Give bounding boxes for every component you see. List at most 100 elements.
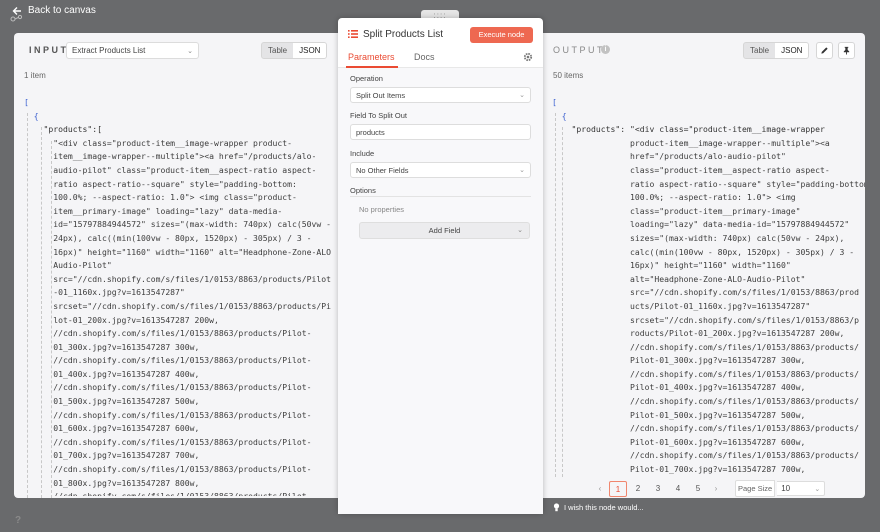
- page-size-select[interactable]: 10 ⌄: [777, 481, 826, 496]
- json-line: item__image-wrapper--multiple"><a href="…: [24, 151, 317, 162]
- json-line: lot-01_200x.jpg?v=1613547287 200w,: [24, 314, 219, 325]
- json-line: Pilot-01_700x.jpg?v=1613547287 700w,: [552, 464, 806, 474]
- json-line: product-item__image-wrapper--multiple"><…: [552, 137, 830, 148]
- json-line: class="product-item__aspect-ratio aspect…: [552, 164, 830, 175]
- json-line: {: [552, 110, 567, 121]
- json-line: -01_1160x.jpg?v=1613547287": [24, 287, 185, 298]
- output-json-view: [ { "products": "<div class="product-ite…: [552, 96, 865, 474]
- json-line: //cdn.shopify.com/s/files/1/0153/8863/pr…: [24, 355, 312, 366]
- node-parameters-panel: Split Products List Execute node Paramet…: [338, 18, 543, 514]
- page-button-5[interactable]: 5: [689, 481, 707, 497]
- node-title[interactable]: Split Products List: [363, 29, 443, 40]
- page-button-2[interactable]: 2: [629, 481, 647, 497]
- page-button-3[interactable]: 3: [649, 481, 667, 497]
- json-line: sizes="(max-width: 740px) calc(50vw - 24…: [552, 232, 845, 243]
- json-line: [: [552, 97, 557, 107]
- execute-node-button[interactable]: Execute node: [470, 27, 533, 43]
- back-to-canvas-label: Back to canvas: [28, 5, 96, 16]
- chevron-down-icon: ⌄: [814, 485, 821, 493]
- node-tabs: Parameters Docs: [338, 48, 543, 68]
- chevron-down-icon: ⌄: [187, 47, 193, 55]
- json-line: 24px), calc((min(100vw - 80px, 1520px) -…: [24, 232, 312, 243]
- input-item-count: 1 item: [24, 71, 46, 80]
- input-panel-header: INPUT Extract Products List ⌄ Table JSON: [14, 33, 340, 67]
- next-page-button[interactable]: ›: [709, 484, 723, 493]
- page-button-4[interactable]: 4: [669, 481, 687, 497]
- json-line: Pilot-01_400x.jpg?v=1613547287 400w,: [552, 382, 806, 393]
- json-line: {: [24, 110, 39, 121]
- output-panel-title: OUTPUT: [553, 45, 605, 55]
- add-field-label: Add Field: [428, 226, 461, 235]
- options-label: Options: [350, 186, 376, 195]
- tab-docs[interactable]: Docs: [414, 52, 435, 62]
- json-line: 16px)" height="1160" width="1160": [552, 260, 791, 271]
- json-line: ratio aspect-ratio--square" style="paddi…: [552, 178, 865, 189]
- output-table-view-button[interactable]: Table: [744, 43, 775, 58]
- json-line: //cdn.shopify.com/s/files/1/0153/8863/pr…: [24, 328, 312, 339]
- include-value: No Other Fields: [356, 165, 409, 175]
- json-line: //cdn.shopify.com/s/files/1/0153/8863/pr…: [552, 368, 859, 379]
- json-line: Audio-Pilot": [24, 260, 112, 271]
- json-line: ucts/Pilot-01_1160x.jpg?v=1613547287": [552, 300, 811, 311]
- input-node-select[interactable]: Extract Products List ⌄: [66, 42, 199, 59]
- json-line: 01_600x.jpg?v=1613547287 600w,: [24, 423, 200, 434]
- input-json-view: [ { "products":[ "<div class="product-it…: [24, 96, 340, 496]
- include-select[interactable]: No Other Fields ⌄: [350, 162, 531, 178]
- page-size-label: Page Size: [735, 480, 776, 497]
- json-line: srcset="//cdn.shopify.com/s/files/1/0153…: [24, 300, 331, 311]
- input-panel: INPUT Extract Products List ⌄ Table JSON…: [14, 33, 340, 498]
- output-json-view-button[interactable]: JSON: [775, 43, 809, 58]
- canvas-node-icon: [10, 14, 23, 22]
- page-button-1[interactable]: 1: [609, 480, 627, 497]
- prev-page-button[interactable]: ‹: [593, 484, 607, 493]
- help-icon[interactable]: ?: [15, 515, 21, 526]
- field-to-split-out-input[interactable]: products: [350, 124, 531, 140]
- parameters-form: Operation Split Out Items ⌄ Field To Spl…: [338, 68, 543, 514]
- json-line: "<div class="product-item__image-wrapper…: [24, 137, 293, 148]
- json-line: //cdn.shopify.com/s/files/1/0153/8863/pr…: [24, 464, 312, 475]
- input-json-view-button[interactable]: JSON: [293, 43, 327, 58]
- field-to-split-out-label: Field To Split Out: [350, 111, 407, 120]
- edit-output-button[interactable]: [816, 42, 833, 59]
- output-pagination: ‹ 1 2 3 4 5 › Page Size 10 ⌄: [593, 480, 826, 497]
- chevron-down-icon: ⌄: [517, 227, 523, 234]
- options-divider: [350, 196, 531, 197]
- output-panel-header: OUTPUT i Table JSON: [543, 33, 865, 67]
- json-line: alt="Headphone-Zone-ALO-Audio-Pilot": [552, 273, 806, 284]
- json-line: 01_500x.jpg?v=1613547287 500w,: [24, 396, 200, 407]
- operation-select[interactable]: Split Out Items ⌄: [350, 87, 531, 103]
- input-table-view-button[interactable]: Table: [262, 43, 293, 58]
- lightbulb-icon: [553, 503, 560, 512]
- json-line: ratio aspect-ratio--square" style="paddi…: [24, 178, 297, 189]
- page-size-value: 10: [781, 484, 791, 493]
- json-line: roducts/Pilot-01_200x.jpg?v=1613547287 2…: [552, 328, 845, 339]
- include-label: Include: [350, 149, 375, 158]
- add-field-button[interactable]: Add Field ⌄: [359, 222, 530, 239]
- json-line: //cdn.shopify.com/s/files/1/0153/8863/pr…: [24, 490, 340, 496]
- json-line: src="//cdn.shopify.com/s/files/1/0153/88…: [552, 287, 859, 298]
- feedback-link[interactable]: I wish this node would...: [553, 503, 644, 512]
- tab-parameters[interactable]: Parameters: [348, 52, 395, 62]
- json-line: calc((min(100vw - 80px, 1520px) - 305px)…: [552, 246, 855, 257]
- json-line: item__primary-image" loading="lazy" data…: [24, 205, 283, 216]
- pin-output-button[interactable]: [838, 42, 855, 59]
- json-line: 01_300x.jpg?v=1613547287 300w,: [24, 341, 200, 352]
- json-line: //cdn.shopify.com/s/files/1/0153/8863/pr…: [552, 423, 859, 434]
- operation-label: Operation: [350, 74, 383, 83]
- field-to-split-out-value: products: [356, 127, 385, 137]
- json-line: //cdn.shopify.com/s/files/1/0153/8863/pr…: [24, 382, 312, 393]
- json-line: class="product-item__primary-image": [552, 205, 801, 216]
- json-line: audio-pilot" class="product-item__aspect…: [24, 164, 317, 175]
- output-item-count: 50 items: [553, 71, 584, 80]
- info-icon[interactable]: i: [601, 45, 610, 54]
- split-list-icon: [348, 30, 358, 38]
- json-line: //cdn.shopify.com/s/files/1/0153/8863/pr…: [552, 450, 859, 461]
- json-line: 16px)" height="1160" width="1160" alt="H…: [24, 246, 331, 257]
- no-properties-text: No properties: [359, 205, 405, 214]
- chevron-down-icon: ⌄: [519, 167, 525, 174]
- json-line: //cdn.shopify.com/s/files/1/0153/8863/pr…: [552, 396, 859, 407]
- gear-icon[interactable]: [523, 52, 533, 62]
- json-line: //cdn.shopify.com/s/files/1/0153/8863/pr…: [552, 341, 859, 352]
- output-panel: OUTPUT i Table JSON 50 items [ { "produc…: [543, 33, 865, 498]
- json-line: //cdn.shopify.com/s/files/1/0153/8863/pr…: [24, 436, 312, 447]
